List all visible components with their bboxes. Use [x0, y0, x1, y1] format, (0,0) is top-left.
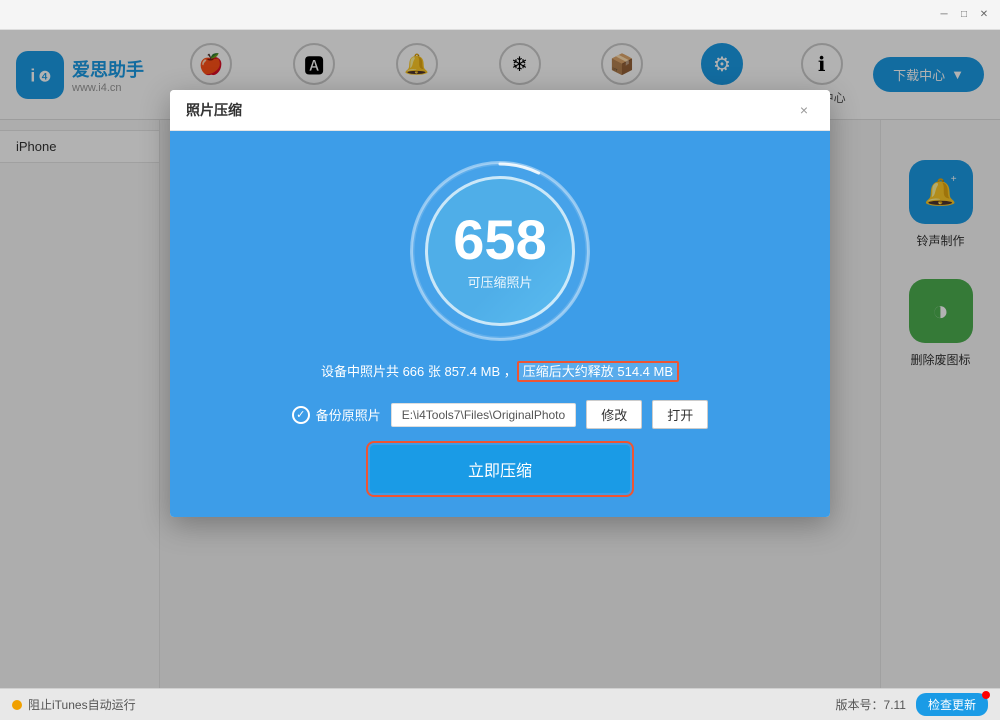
info-line: 设备中照片共 666 张 857.4 MB ，压缩后大约释放 514.4 MB [210, 361, 790, 380]
modal-body: 658 可压缩照片 设备中照片共 666 张 857.4 MB ，压缩后大约释放… [170, 131, 830, 517]
backup-check: ✓ 备份原照片 [292, 405, 381, 424]
modify-button[interactable]: 修改 [586, 400, 642, 429]
backup-row: ✓ 备份原照片 E:\i4Tools7\Files\OriginalPhoto … [210, 400, 790, 429]
backup-path: E:\i4Tools7\Files\OriginalPhoto [391, 403, 576, 427]
compress-btn-wrap: 立即压缩 [210, 445, 790, 493]
version-label: 版本号：7.11 [836, 696, 906, 713]
modal-close-button[interactable]: × [794, 100, 814, 120]
check-icon: ✓ [292, 406, 310, 424]
status-bar: 阻止iTunes自动运行 版本号：7.11 检查更新 [0, 688, 1000, 720]
modal-header: 照片压缩 × [170, 90, 830, 131]
maximize-button[interactable]: □ [956, 7, 972, 23]
update-notification-dot [982, 691, 990, 699]
compress-count: 658 [453, 212, 546, 268]
compress-button[interactable]: 立即压缩 [370, 445, 630, 493]
modal-title: 照片压缩 [186, 100, 242, 120]
compress-count-label: 可压缩照片 [467, 272, 532, 291]
status-right: 版本号：7.11 检查更新 [836, 693, 988, 716]
status-left: 阻止iTunes自动运行 [12, 696, 136, 713]
modal-overlay: 照片压缩 × 658 可压缩照片 设备中照片 [0, 30, 1000, 688]
photo-compress-modal: 照片压缩 × 658 可压缩照片 设备中照片 [170, 90, 830, 517]
info-text: 设备中照片共 666 张 857.4 MB [321, 364, 500, 379]
title-bar: ─ □ ✕ [0, 0, 1000, 30]
open-button[interactable]: 打开 [652, 400, 708, 429]
circle-container: 658 可压缩照片 [210, 161, 790, 341]
progress-circle-inner: 658 可压缩照片 [425, 176, 575, 326]
progress-circle-outer: 658 可压缩照片 [410, 161, 590, 341]
stop-itunes-label: 阻止iTunes自动运行 [28, 696, 136, 713]
minimize-button[interactable]: ─ [936, 7, 952, 23]
backup-label: 备份原照片 [316, 405, 381, 424]
info-highlight: 压缩后大约释放 514.4 MB [517, 361, 679, 382]
check-update-button[interactable]: 检查更新 [916, 693, 988, 716]
close-button[interactable]: ✕ [976, 7, 992, 23]
status-indicator [12, 700, 22, 710]
